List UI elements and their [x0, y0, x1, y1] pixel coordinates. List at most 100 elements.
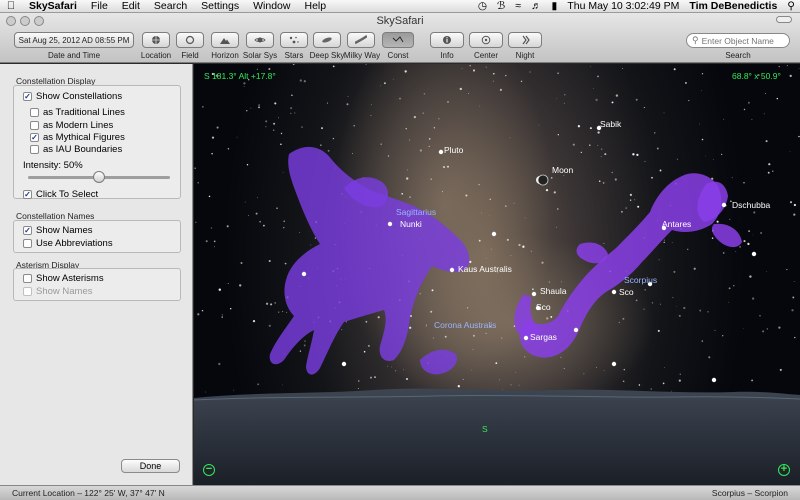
star-label-dschubba[interactable]: Dschubba: [732, 200, 770, 210]
bright-star[interactable]: [611, 361, 617, 367]
star: [409, 196, 411, 199]
constellations-button[interactable]: [382, 32, 414, 48]
star: [743, 182, 745, 184]
bright-star[interactable]: [387, 221, 393, 227]
time-machine-icon[interactable]: ◷: [473, 0, 492, 12]
pointing-coordinates: S 181.3° Alt +17.8°: [204, 71, 276, 81]
star-label-nunki[interactable]: Nunki: [400, 219, 422, 229]
traditional-lines-checkbox[interactable]: as Traditional Lines: [30, 107, 125, 118]
bright-star[interactable]: [301, 271, 307, 277]
wifi-icon[interactable]: ≈: [510, 0, 526, 12]
bright-star[interactable]: [341, 361, 347, 367]
toolbar-toggle-button[interactable]: [776, 16, 792, 23]
horizon-button[interactable]: [211, 32, 239, 48]
modern-lines-checkbox[interactable]: as Modern Lines: [30, 120, 113, 131]
star: [341, 329, 343, 331]
checkbox-empty-icon: [30, 121, 39, 130]
bright-star[interactable]: [751, 251, 757, 257]
menubar-clock[interactable]: Thu May 10 3:02:49 PM: [562, 0, 684, 12]
click-to-select-checkbox[interactable]: ✓ Click To Select: [23, 189, 98, 200]
mythical-figures-checkbox[interactable]: ✓ as Mythical Figures: [30, 132, 125, 143]
constellation-label-sagittarius[interactable]: Sagittarius: [396, 207, 436, 217]
star: [314, 237, 316, 239]
app-menu[interactable]: SkySafari: [22, 0, 84, 12]
bright-star[interactable]: [711, 377, 717, 383]
bright-star[interactable]: [573, 327, 579, 333]
constellation-label-scorpius[interactable]: Scorpius: [624, 275, 657, 285]
star-label-antares[interactable]: Antares: [662, 219, 691, 229]
star-label-sco-2[interactable]: Sco: [536, 302, 551, 312]
bluetooth-icon[interactable]: ℬ: [492, 0, 510, 12]
deep-sky-button[interactable]: [313, 32, 341, 48]
star: [728, 287, 731, 290]
star: [301, 126, 303, 128]
star: [629, 193, 632, 196]
date-time-button[interactable]: Sat Aug 25, 2012 AD 08:55 PM: [14, 32, 134, 48]
show-names-checkbox[interactable]: ✓ Show Names: [23, 225, 93, 236]
menu-search[interactable]: Search: [147, 0, 194, 12]
star: [233, 389, 235, 391]
bright-star[interactable]: [611, 289, 617, 295]
zoom-out-button[interactable]: −: [203, 464, 215, 476]
menu-file[interactable]: File: [84, 0, 115, 12]
search-input[interactable]: [701, 35, 782, 46]
bright-star[interactable]: [438, 149, 444, 155]
star: [772, 170, 774, 172]
location-button[interactable]: [142, 32, 170, 48]
moon-marker[interactable]: [537, 174, 549, 186]
star: [365, 64, 367, 65]
milky-way-button[interactable]: [347, 32, 375, 48]
checkbox-empty-icon: [23, 274, 32, 283]
bright-star[interactable]: [491, 231, 497, 237]
star-label-shaula[interactable]: Shaula: [540, 286, 566, 296]
apple-menu-icon[interactable]: : [0, 0, 22, 12]
info-button[interactable]: [430, 32, 464, 48]
star: [600, 148, 603, 150]
star: [560, 356, 562, 358]
done-button[interactable]: Done: [121, 459, 180, 473]
spotlight-icon[interactable]: ⚲: [782, 0, 800, 12]
star: [387, 155, 390, 157]
sky-view[interactable]: S 181.3° Alt +17.8° 68.8° x 50.9° Sabik …: [194, 64, 800, 485]
solar-system-button[interactable]: [246, 32, 274, 48]
star-label-kaus-australis[interactable]: Kaus Australis: [458, 264, 512, 274]
star-label-sco-1[interactable]: Sco: [619, 287, 634, 297]
intensity-slider-knob[interactable]: [93, 171, 105, 183]
night-button[interactable]: [508, 32, 542, 48]
star: [664, 367, 665, 368]
menu-edit[interactable]: Edit: [115, 0, 147, 12]
stars-button[interactable]: [280, 32, 308, 48]
menu-help[interactable]: Help: [297, 0, 333, 12]
show-asterisms-checkbox[interactable]: Show Asterisms: [23, 273, 104, 284]
bright-star[interactable]: [531, 291, 537, 297]
star: [370, 115, 372, 116]
planet-label-pluto[interactable]: Pluto: [444, 145, 463, 155]
field-button[interactable]: [176, 32, 204, 48]
star: [489, 198, 491, 201]
star: [353, 124, 356, 127]
star: [541, 261, 544, 264]
iau-boundaries-checkbox[interactable]: as IAU Boundaries: [30, 144, 122, 155]
center-button[interactable]: [469, 32, 503, 48]
menubar-user[interactable]: Tim DeBenedictis: [684, 0, 782, 12]
bright-star[interactable]: [523, 335, 529, 341]
star-label-sabik[interactable]: Sabik: [600, 119, 621, 129]
menu-window[interactable]: Window: [246, 0, 297, 12]
constellation-label-corona-australis[interactable]: Corona Australis: [434, 320, 496, 330]
zoom-in-button[interactable]: +: [778, 464, 790, 476]
star: [596, 366, 597, 368]
star: [711, 237, 714, 239]
use-abbreviations-checkbox[interactable]: Use Abbreviations: [23, 238, 113, 249]
show-constellations-checkbox[interactable]: ✓ Show Constellations: [23, 91, 122, 102]
star-label-sargas[interactable]: Sargas: [530, 332, 557, 342]
bright-star[interactable]: [721, 202, 727, 208]
star: [714, 329, 716, 331]
bright-star[interactable]: [449, 267, 455, 273]
search-field[interactable]: ⚲: [686, 33, 790, 48]
menu-settings[interactable]: Settings: [194, 0, 246, 12]
battery-icon[interactable]: ▮: [547, 0, 563, 12]
star: [611, 101, 614, 104]
moon-label[interactable]: Moon: [552, 165, 573, 175]
volume-icon[interactable]: ♬: [526, 0, 547, 12]
star: [683, 306, 686, 310]
